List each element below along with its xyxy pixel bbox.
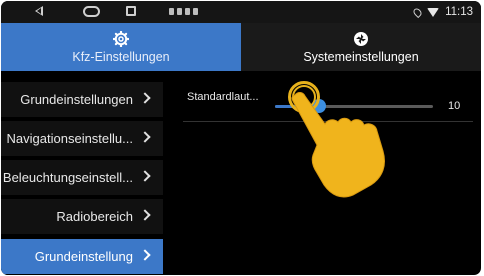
recent-apps-icon[interactable]	[126, 6, 136, 16]
tab-system-settings[interactable]: Systemeinstellungen	[241, 23, 481, 71]
tab-label: Systemeinstellungen	[303, 50, 419, 64]
home-icon[interactable]	[83, 6, 100, 17]
status-indicators: 11:13	[411, 1, 473, 23]
pointing-hand-icon	[291, 92, 385, 198]
chevron-right-icon	[139, 249, 151, 261]
sidebar-item-basic-settings[interactable]: Grundeinstellungen	[1, 82, 163, 117]
sidebar-item-label: Radiobereich	[56, 209, 133, 224]
notification-icon	[177, 8, 182, 15]
tab-bar: Kfz-Einstellungen Systemeinstellungen	[1, 23, 481, 71]
tab-vehicle-settings[interactable]: Kfz-Einstellungen	[1, 23, 241, 71]
sidebar-item-radio[interactable]: Radiobereich	[1, 199, 163, 234]
sidebar-item-label: Grundeinstellungen	[20, 92, 133, 107]
location-icon	[411, 6, 424, 18]
chevron-right-icon	[139, 131, 151, 143]
head-unit-screen: 11:13 Kfz-Einstellungen Systemeinstellun…	[1, 1, 481, 275]
sidebar-item-navigation-settings[interactable]: Navigationseinstellu...	[1, 121, 163, 156]
aperture-icon	[353, 30, 369, 48]
sidebar-item-label: Beleuchtungseinstell...	[2, 170, 133, 185]
chevron-right-icon	[139, 170, 151, 182]
tab-label: Kfz-Einstellungen	[72, 50, 170, 64]
default-volume-label: Standardlaut...	[187, 91, 259, 103]
sidebar-item-lighting-settings[interactable]: Beleuchtungseinstell...	[1, 160, 163, 195]
clock: 11:13	[445, 6, 473, 18]
default-volume-value: 10	[448, 100, 461, 112]
settings-sidebar: Grundeinstellungen Navigationseinstellu.…	[1, 73, 163, 275]
chevron-right-icon	[139, 92, 151, 104]
notification-icon	[193, 8, 198, 15]
status-bar: 11:13	[1, 1, 481, 23]
notification-icon	[185, 8, 190, 15]
sidebar-item-label: Grundeinstellung	[34, 249, 133, 264]
chevron-right-icon	[139, 209, 151, 221]
wifi-icon	[427, 7, 440, 17]
gear-icon	[113, 30, 129, 48]
back-icon[interactable]	[35, 6, 43, 16]
notification-icon	[169, 8, 174, 15]
sidebar-item-basic-setting[interactable]: Grundeinstellung	[1, 239, 163, 274]
sidebar-item-label: Navigationseinstellu...	[6, 131, 133, 146]
